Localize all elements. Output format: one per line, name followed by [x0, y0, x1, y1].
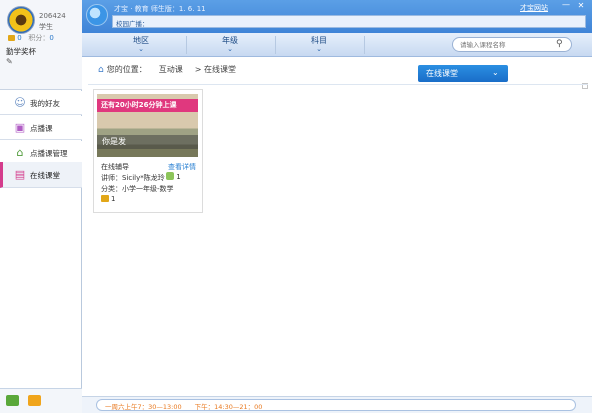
points-label: 积分：	[28, 34, 50, 42]
class-type-select[interactable]: 在线课堂 ⌄	[418, 65, 508, 82]
app-title: 才宝 · 教育 师生版：1. 6. 11	[114, 5, 206, 13]
minimize-button[interactable]: —	[560, 1, 572, 11]
chevron-down-icon: ⌄	[492, 68, 499, 77]
medal-count: 0	[17, 34, 22, 42]
schedule-banner: 一周六上午7：30—13:00 下午：14:30—21：00	[96, 399, 576, 411]
status-bar: 一周六上午7：30—13:00 下午：14:30—21：00	[82, 396, 592, 413]
breadcrumb: ⌂ 您的位置： 互动课 > 在线课堂	[98, 64, 236, 75]
folder-icon[interactable]	[28, 395, 41, 406]
app-logo	[86, 4, 108, 26]
filter-bar: 地区 ⌄ 年级 ⌄ 科目 ⌄ ⚲	[82, 33, 592, 57]
search-input[interactable]	[460, 39, 555, 50]
chevron-down-icon: ⌄	[138, 45, 144, 53]
search-box: ⚲	[452, 37, 572, 52]
chevron-down-icon: ⌄	[227, 45, 233, 53]
person-icon	[166, 172, 174, 180]
attendee-count-value: 1	[176, 173, 181, 181]
divider	[186, 36, 187, 54]
divider	[364, 36, 365, 54]
grade-filter-label: 年级	[222, 36, 238, 45]
divider	[275, 36, 276, 54]
home-icon: ⌂	[98, 65, 104, 75]
message-icon[interactable]	[6, 395, 19, 406]
close-button[interactable]: ✕	[575, 1, 587, 11]
class-type-select-value: 在线课堂	[426, 69, 458, 78]
title-bar: 才宝 · 教育 师生版：1. 6. 11 校园广播： 才宝网站 — ✕	[82, 0, 592, 33]
user-id: 206424	[39, 12, 66, 20]
sidebar-item-label: 我的好友	[30, 99, 60, 108]
course-card[interactable]: 还有20小时26分钟上课 你是发 在线辅导 查看详情 讲师：Sicily*陈龙玲…	[93, 89, 203, 213]
course-medal-count: 1	[111, 195, 116, 203]
breadcrumb-item-online: > 在线课堂	[194, 65, 236, 74]
medal-points-row: 0 积分：0	[8, 33, 54, 43]
subject-filter[interactable]: 科目 ⌄	[280, 35, 358, 55]
attendee-count: 1	[166, 172, 181, 181]
sidebar-item-online-class[interactable]: ▤ 在线课堂	[0, 162, 82, 188]
campus-broadcast-label: 校园广播：	[116, 20, 149, 28]
breadcrumb-item-interactive[interactable]: 互动课	[159, 65, 183, 74]
points-value: 0	[49, 34, 54, 42]
region-filter[interactable]: 地区 ⌄	[102, 35, 180, 55]
course-thumbnail-title: 你是发	[97, 135, 198, 149]
building-icon: ⌂	[16, 146, 24, 159]
user-role: 学生	[39, 23, 53, 31]
medal-icon	[101, 195, 109, 202]
site-link[interactable]: 才宝网站	[520, 3, 548, 13]
left-panel: 206424 学生 0 积分：0 勤学奖杯 ✎ ☺ 我的好友 ▣ 点播课 ⌂ 点…	[0, 0, 82, 413]
video-icon: ▣	[14, 121, 26, 134]
sidebar-item-label: 点播课管理	[30, 149, 68, 158]
course-thumbnail[interactable]: 还有20小时26分钟上课 你是发	[97, 94, 198, 157]
sidebar-item-label: 点播课	[30, 124, 53, 133]
trophy-label: 勤学奖杯	[6, 47, 36, 56]
edit-pencil-icon[interactable]: ✎	[6, 57, 13, 66]
main-content: ⌂ 您的位置： 互动课 > 在线课堂 在线课堂 ⌄ 还有20小时26分钟上课 你是发 …	[82, 58, 592, 396]
course-name: 在线辅导	[101, 163, 129, 171]
sidebar-item-friends[interactable]: ☺ 我的好友	[0, 91, 82, 115]
grade-filter[interactable]: 年级 ⌄	[191, 35, 269, 55]
friends-icon: ☺	[14, 96, 26, 109]
course-category: 分类：小学一年级-数学	[101, 185, 174, 193]
view-details-link[interactable]: 查看详情	[168, 162, 196, 172]
online-class-icon: ▤	[14, 168, 26, 181]
course-medal-row: 1	[101, 195, 115, 203]
subject-filter-label: 科目	[311, 36, 327, 45]
countdown-ribbon: 还有20小时26分钟上课	[97, 99, 198, 112]
search-icon[interactable]: ⚲	[556, 39, 563, 49]
profile-card: 206424 学生 0 积分：0 勤学奖杯 ✎	[0, 0, 82, 90]
course-teacher: 讲师：Sicily*陈龙玲	[101, 174, 165, 182]
breadcrumb-prefix: 您的位置：	[106, 65, 147, 74]
avatar[interactable]	[7, 6, 35, 34]
left-toolbar	[0, 388, 82, 413]
sidebar-item-label: 在线课堂	[30, 171, 60, 180]
region-filter-label: 地区	[133, 36, 149, 45]
sidebar-item-ondemand[interactable]: ▣ 点播课	[0, 116, 82, 140]
divider	[88, 84, 588, 85]
medal-icon	[8, 35, 15, 41]
chevron-down-icon: ⌄	[316, 45, 322, 53]
schedule-text: 一周六上午7：30—13:00 下午：14:30—21：00	[105, 403, 263, 411]
campus-broadcast: 校园广播：	[112, 15, 586, 28]
